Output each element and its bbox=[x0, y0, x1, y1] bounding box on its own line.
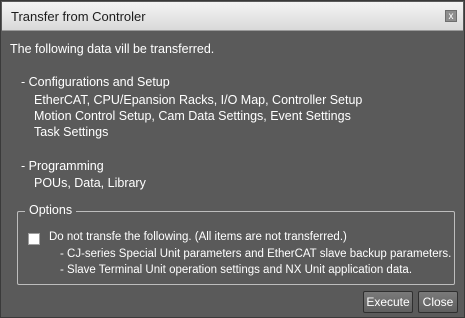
options-legend: Options bbox=[25, 203, 77, 217]
intro-text: The following data vill be transferred. bbox=[10, 42, 215, 56]
checkbox-label: Do not transfe the following. (All items… bbox=[49, 231, 347, 243]
dialog-title: Transfer from Controler bbox=[11, 9, 146, 24]
option-sub-item-2: - Slave Terminal Unit operation settings… bbox=[60, 264, 413, 276]
transfer-dialog: Transfer from Controler x The following … bbox=[0, 0, 465, 318]
execute-button[interactable]: Execute bbox=[363, 291, 413, 313]
config-line-3: Task Settings bbox=[34, 125, 109, 139]
option-sub-item-1: - CJ-series Special Unit parameters and … bbox=[60, 248, 452, 260]
config-line-2: Motion Control Setup, Cam Data Settings,… bbox=[34, 109, 351, 123]
do-not-transfer-checkbox[interactable] bbox=[28, 233, 40, 245]
config-heading: - Configurations and Setup bbox=[21, 75, 170, 89]
title-bar[interactable]: Transfer from Controler x bbox=[2, 2, 463, 31]
close-icon[interactable]: x bbox=[445, 10, 457, 22]
programming-heading: - Programming bbox=[21, 159, 104, 173]
close-button[interactable]: Close bbox=[418, 291, 458, 313]
options-group: Options Do not transfe the following. (A… bbox=[17, 203, 455, 285]
config-line-1: EtherCAT, CPU/Epansion Racks, I/O Map, C… bbox=[34, 93, 363, 107]
programming-line: POUs, Data, Library bbox=[34, 176, 146, 190]
